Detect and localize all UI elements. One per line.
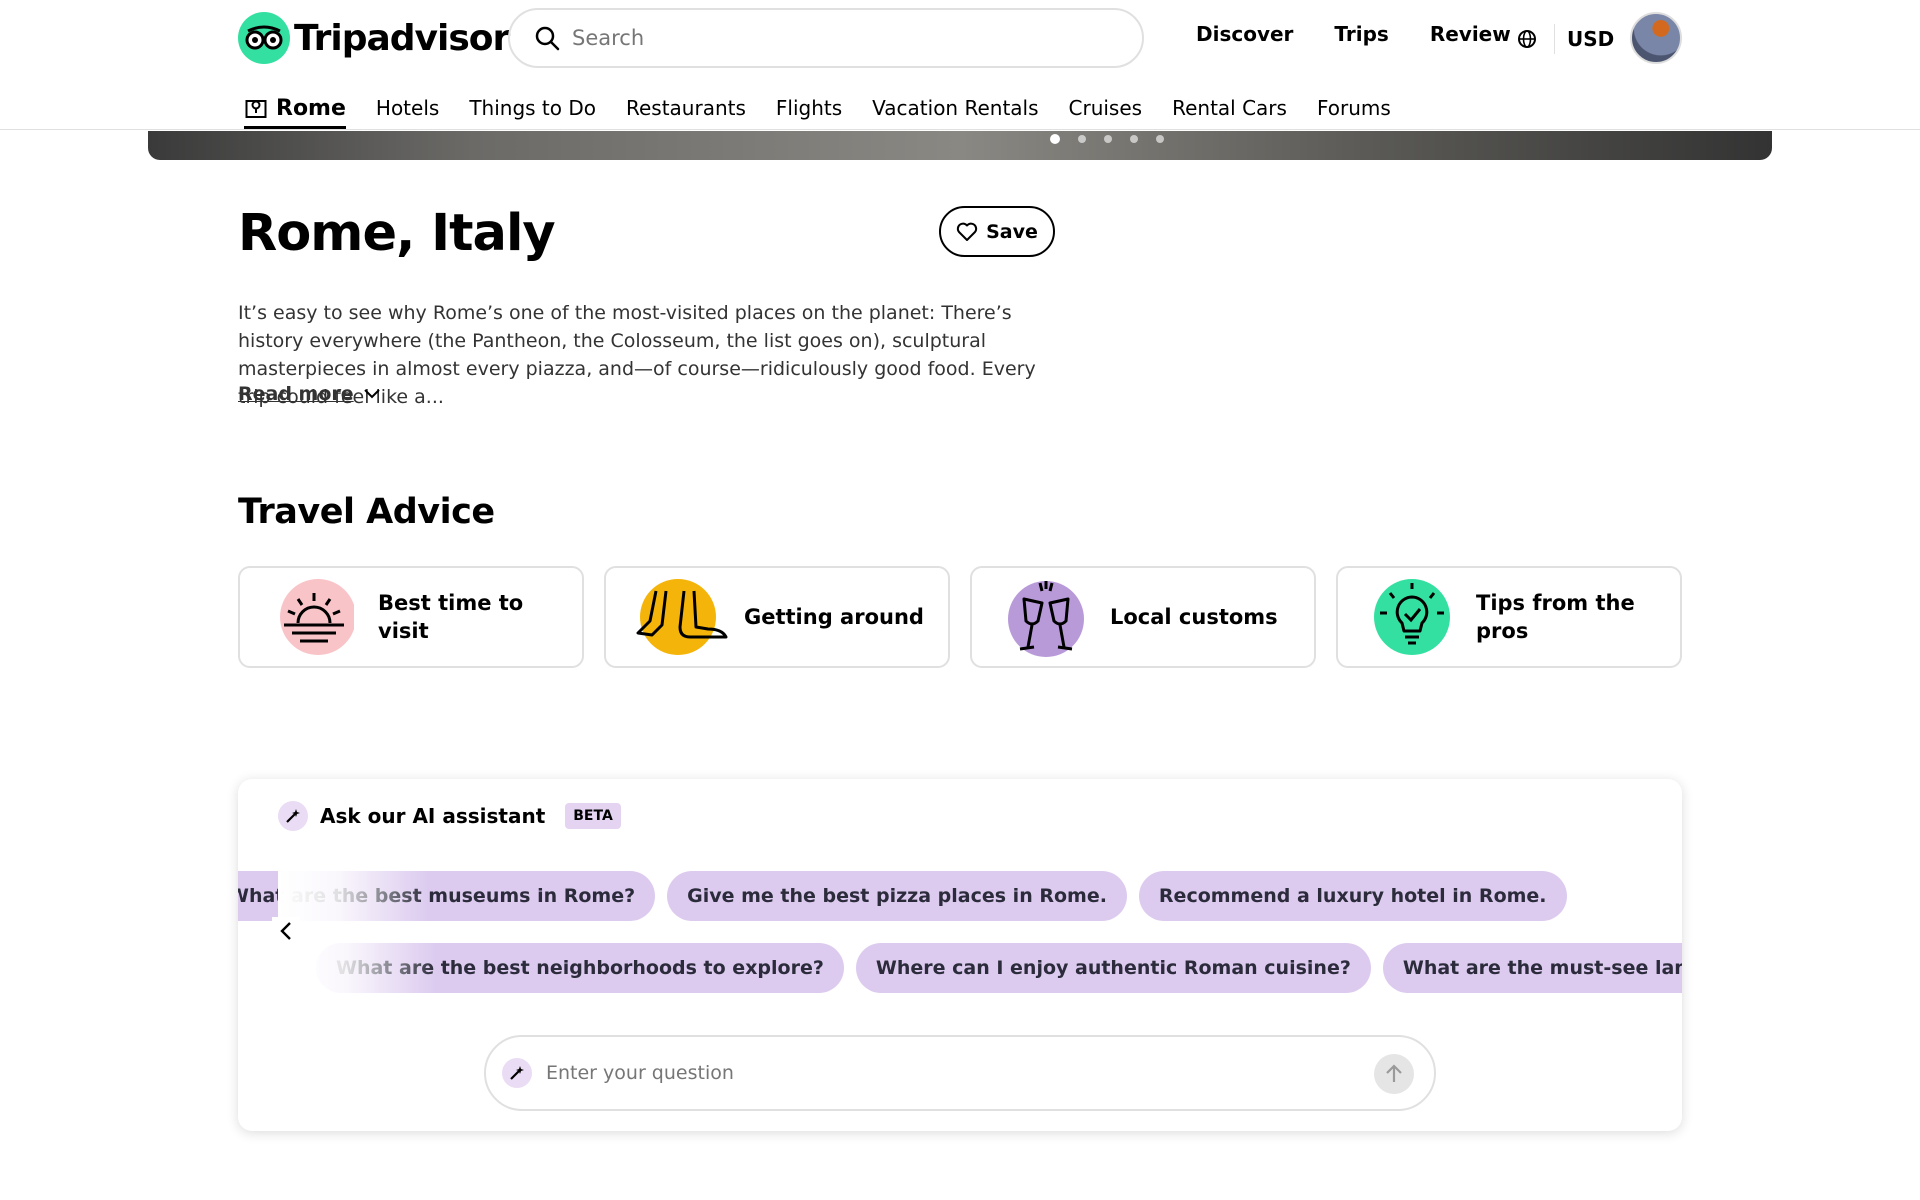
advice-card-label: Tips from the pros — [1476, 591, 1635, 643]
currency-language-selector[interactable]: USD — [1516, 24, 1614, 54]
carousel-dot[interactable] — [1156, 135, 1164, 143]
suggestion-chip[interactable]: Give me the best pizza places in Rome. — [667, 871, 1127, 921]
read-more-label: Read more — [238, 383, 354, 405]
ai-assistant-panel: Ask our AI assistant BETA What are the b… — [238, 779, 1682, 1131]
heart-icon — [956, 222, 978, 241]
tab-cruises[interactable]: Cruises — [1069, 88, 1143, 128]
beta-badge: BETA — [565, 803, 621, 829]
suggestion-row: What are the best neighborhoods to explo… — [316, 943, 1682, 993]
nav-trips-link[interactable]: Trips — [1334, 22, 1388, 46]
tab-flights[interactable]: Flights — [776, 88, 842, 128]
tab-rental-cars[interactable]: Rental Cars — [1172, 88, 1287, 128]
advice-card-label: Local customs — [1110, 605, 1278, 629]
tripadvisor-logo[interactable]: Tripadvisor — [238, 12, 510, 64]
save-label: Save — [986, 220, 1038, 243]
suggestions-prev-button[interactable] — [272, 917, 300, 945]
ai-assistant-header: Ask our AI assistant BETA — [278, 801, 621, 831]
advice-card-getting-around[interactable]: Getting around — [604, 566, 950, 668]
ai-assistant-title: Ask our AI assistant — [320, 804, 546, 828]
tab-hotels[interactable]: Hotels — [376, 88, 439, 128]
nav-discover-link[interactable]: Discover — [1196, 22, 1293, 46]
page-title: Rome, Italy — [238, 204, 556, 263]
tab-rome[interactable]: Rome — [244, 88, 346, 129]
carousel-dot[interactable] — [1078, 135, 1086, 143]
question-input[interactable] — [546, 1062, 1326, 1084]
carousel-dots — [1050, 134, 1164, 144]
user-avatar[interactable] — [1630, 12, 1682, 64]
owl-logo-icon — [238, 12, 290, 64]
currency-label: USD — [1567, 27, 1615, 51]
suggestion-chip[interactable]: What are the best museums in Rome? — [238, 871, 656, 921]
suggestion-chip[interactable]: What are the must-see landmarks in Rome? — [1382, 943, 1682, 993]
suggestion-chip[interactable]: What are the best neighborhoods to explo… — [316, 943, 844, 993]
travel-advice-title: Travel Advice — [238, 492, 495, 532]
search-bar[interactable] — [508, 8, 1144, 68]
send-button[interactable] — [1374, 1054, 1414, 1094]
feet-icon — [636, 577, 728, 657]
nav-review-link[interactable]: Review — [1430, 22, 1511, 46]
advice-card-label: Best time to visit — [378, 591, 524, 643]
advice-card-best-time[interactable]: Best time to visit — [238, 566, 584, 668]
carousel-dot[interactable] — [1104, 135, 1112, 143]
travel-advice-cards: Best time to visit Getting around Local … — [238, 566, 1682, 668]
save-button[interactable]: Save — [939, 206, 1055, 257]
suggestion-row: What are the best museums in Rome? Give … — [238, 871, 1588, 921]
brand-name: Tripadvisor — [294, 17, 510, 59]
tab-label: Rome — [276, 95, 346, 121]
divider — [1554, 24, 1555, 54]
tab-forums[interactable]: Forums — [1317, 88, 1391, 128]
tab-things-to-do[interactable]: Things to Do — [469, 88, 596, 128]
lightbulb-icon — [1372, 577, 1452, 657]
advice-card-tips-from-pros[interactable]: Tips from the pros — [1336, 566, 1682, 668]
tab-vacation-rentals[interactable]: Vacation Rentals — [872, 88, 1038, 128]
sparkle-icon — [502, 1058, 532, 1088]
cheers-glasses-icon — [1006, 577, 1086, 657]
site-header: Tripadvisor Discover Trips Review USD — [0, 0, 1920, 130]
ask-question-bar[interactable] — [484, 1035, 1436, 1111]
advice-card-label: Getting around — [744, 605, 924, 629]
suggestion-chip[interactable]: Recommend a luxury hotel in Rome. — [1138, 871, 1567, 921]
search-input[interactable] — [572, 26, 1092, 50]
chevron-down-icon — [363, 389, 380, 399]
carousel-dot[interactable] — [1130, 135, 1138, 143]
carousel-dot[interactable] — [1050, 134, 1060, 144]
suggestion-chip[interactable]: Where can I enjoy authentic Roman cuisin… — [855, 943, 1371, 993]
map-pin-icon — [245, 100, 267, 118]
globe-icon — [1518, 30, 1536, 48]
hero-photo-carousel[interactable] — [148, 131, 1772, 160]
tab-restaurants[interactable]: Restaurants — [626, 88, 746, 128]
arrow-up-icon — [1386, 1064, 1402, 1082]
sunrise-icon — [274, 577, 356, 657]
destination-nav: Rome Hotels Things to Do Restaurants Fli… — [244, 88, 1421, 129]
advice-card-local-customs[interactable]: Local customs — [970, 566, 1316, 668]
sparkle-icon — [278, 801, 308, 831]
top-nav: Discover Trips Review — [1196, 22, 1552, 46]
search-icon — [535, 26, 560, 51]
chevron-left-icon — [280, 922, 291, 940]
read-more-link[interactable]: Read more — [238, 383, 380, 405]
